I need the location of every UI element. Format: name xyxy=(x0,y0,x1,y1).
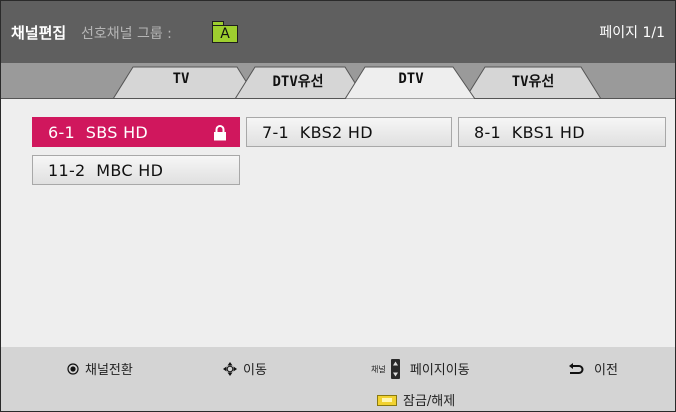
channel-small-label: 채널 xyxy=(371,365,386,374)
help-channel-switch: 채널전환 xyxy=(67,359,133,378)
tab-tv-cable-label: TV유선 xyxy=(511,74,555,90)
channel-item-11-2[interactable]: 11-2 MBC HD xyxy=(32,155,240,185)
channel-list: 6-1 SBS HD 7-1 KBS2 HD 8-1 KBS1 HD 11-2 … xyxy=(1,99,675,347)
channel-updown-icon xyxy=(390,359,400,379)
channel-item-8-1[interactable]: 8-1 KBS1 HD xyxy=(458,117,666,147)
channel-label: 11-2 MBC HD xyxy=(48,161,164,180)
arrows-icon xyxy=(223,362,237,376)
help-label: 이동 xyxy=(243,363,267,378)
screen-title: 채널편집 xyxy=(11,24,67,42)
help-label: 채널전환 xyxy=(85,363,133,378)
yellow-key-icon xyxy=(377,395,397,406)
help-label: 잠금/해제 xyxy=(403,394,456,409)
help-lock-unlock: 잠금/해제 xyxy=(377,390,455,409)
channel-label: 8-1 KBS1 HD xyxy=(474,123,585,142)
channel-edit-screen: 채널편집 선호채널 그룹 : A 페이지 1/1 TV DTV유선 DTV TV… xyxy=(0,0,676,412)
channel-item-6-1[interactable]: 6-1 SBS HD xyxy=(32,117,240,147)
channel-label: 6-1 SBS HD xyxy=(48,123,149,142)
footer-help-bar: 채널전환 이동 채널 페이지이동 이전 잠금/해제 xyxy=(1,347,675,411)
channel-label: 7-1 KBS2 HD xyxy=(262,123,373,142)
tab-dtv-cable-label: DTV유선 xyxy=(272,74,324,90)
tab-tv-label: TV xyxy=(172,71,190,87)
tab-bar xyxy=(1,63,675,99)
tab-dtv-label: DTV xyxy=(398,71,424,87)
help-label: 이전 xyxy=(594,363,618,378)
channel-item-7-1[interactable]: 7-1 KBS2 HD xyxy=(246,117,452,147)
favorite-group-value: A xyxy=(212,25,238,43)
tab-shapes xyxy=(1,66,675,99)
page-indicator: 페이지 1/1 xyxy=(599,25,665,41)
header-bar: 채널편집 선호채널 그룹 : A 페이지 1/1 xyxy=(1,1,675,63)
help-page-move: 채널 페이지이동 xyxy=(371,359,470,379)
help-move: 이동 xyxy=(223,359,267,378)
favorite-group-label: 선호채널 그룹 : xyxy=(81,26,172,42)
favorite-group-folder-icon[interactable]: A xyxy=(212,21,238,43)
ok-button-icon xyxy=(67,363,79,375)
back-icon xyxy=(569,363,584,374)
help-label: 페이지이동 xyxy=(409,363,470,378)
lock-icon xyxy=(214,125,226,141)
help-back: 이전 xyxy=(568,359,618,378)
